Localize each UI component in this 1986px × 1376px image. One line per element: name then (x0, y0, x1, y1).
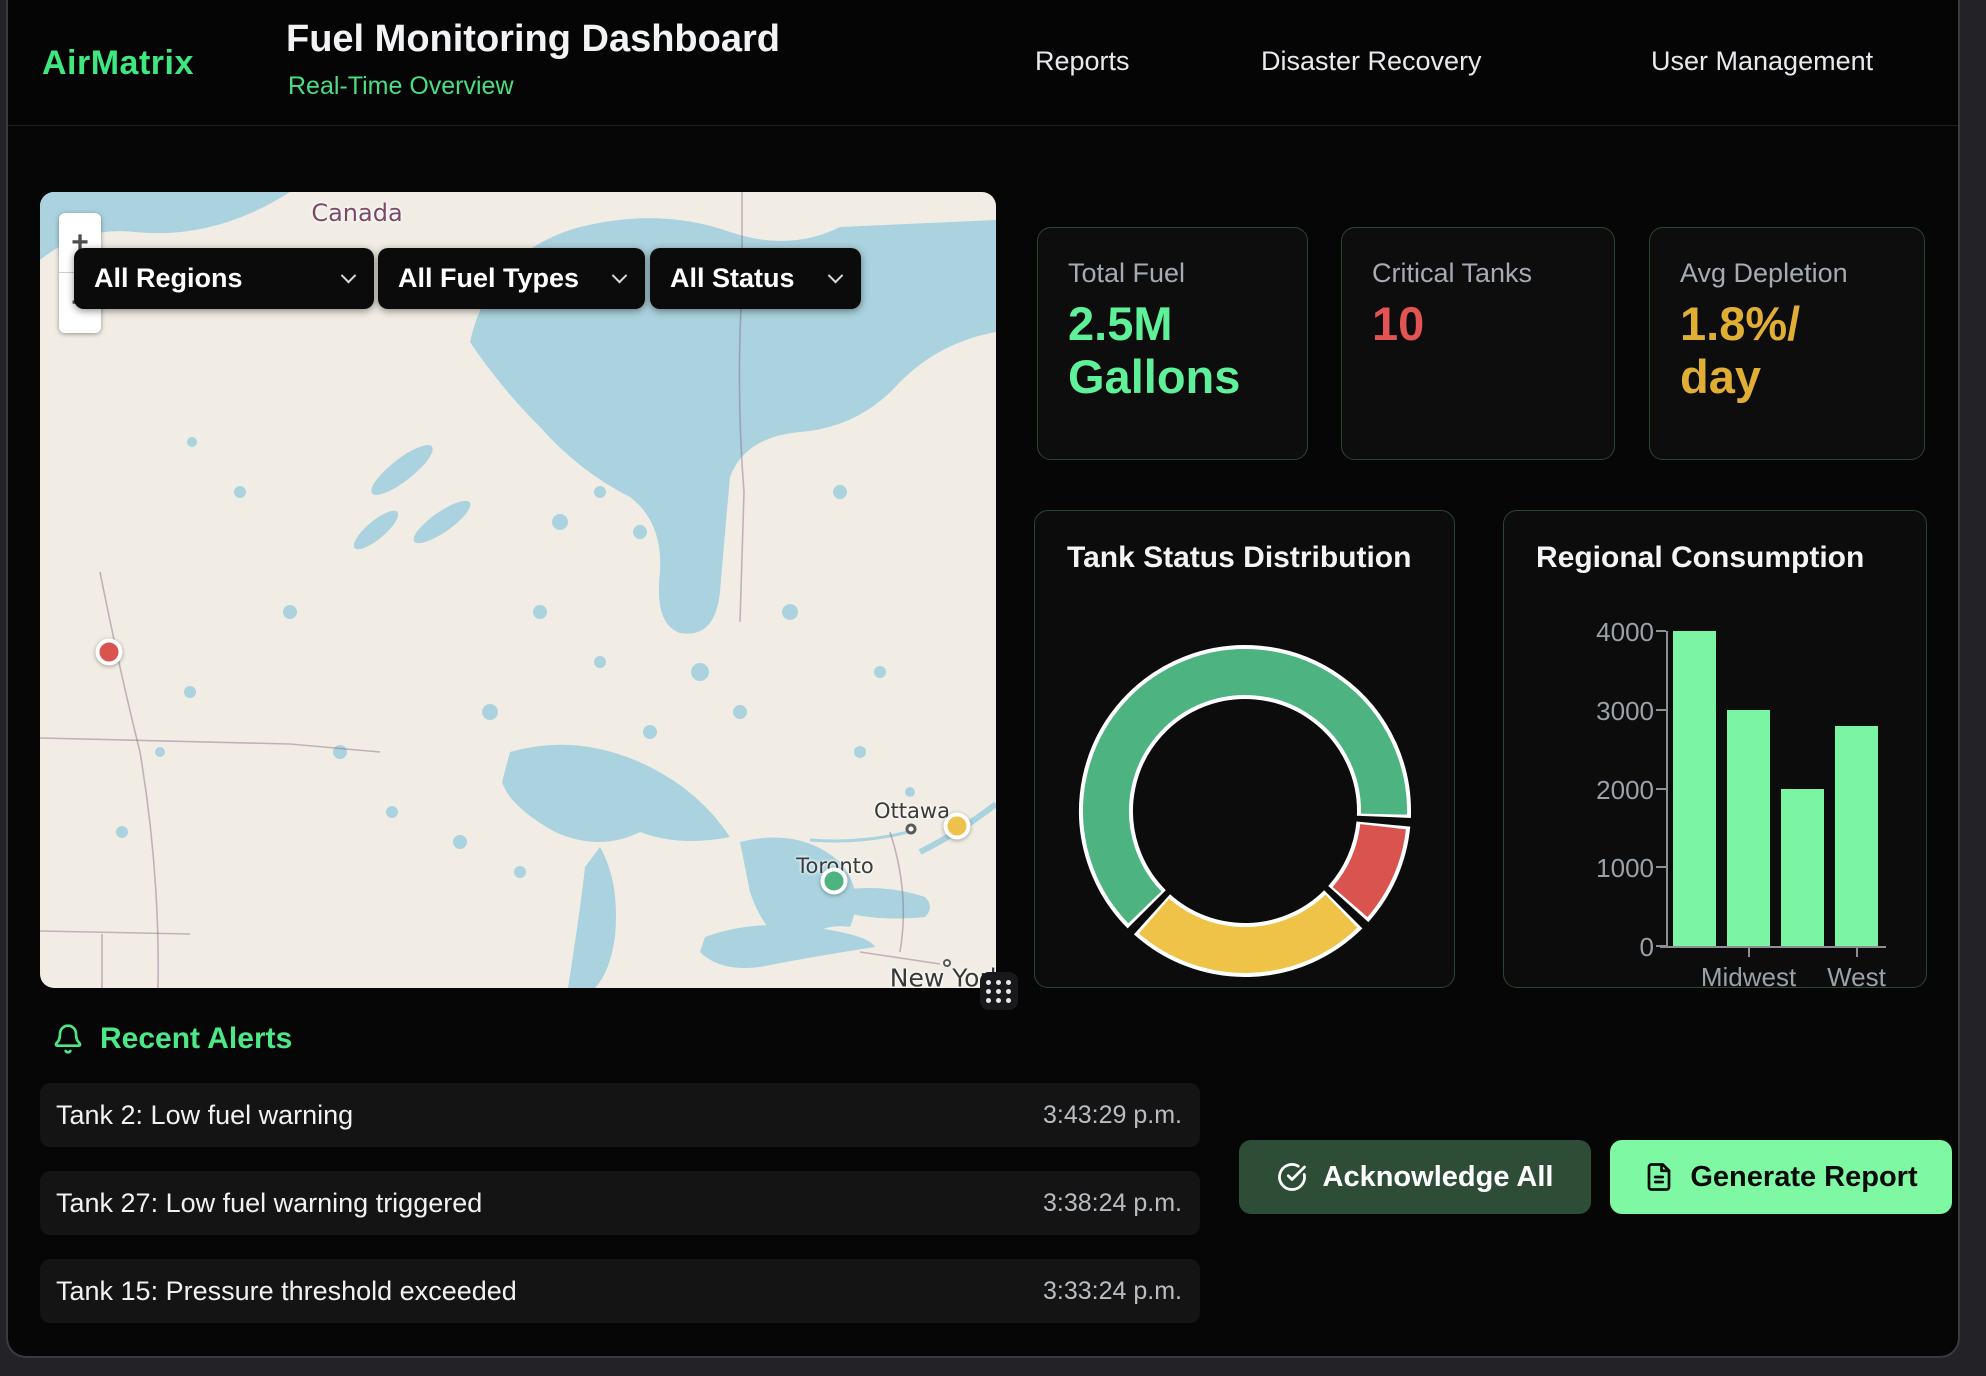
tank-marker[interactable] (96, 639, 123, 666)
stat-label: Total Fuel (1068, 258, 1185, 289)
stat-label: Avg Depletion (1680, 258, 1848, 289)
alert-message: Tank 27: Low fuel warning triggered (56, 1188, 482, 1219)
tank-marker[interactable] (821, 868, 848, 895)
y-axis-tick (1656, 630, 1666, 632)
map-grip-icon[interactable] (980, 972, 1018, 1010)
bar-1[interactable] (1727, 710, 1770, 946)
regional-consumption-bar-chart[interactable]: 01000200030004000MidwestWest (1504, 511, 1926, 987)
alert-row[interactable]: Tank 15: Pressure threshold exceeded 3:3… (40, 1259, 1200, 1323)
alert-message: Tank 2: Low fuel warning (56, 1100, 353, 1131)
y-axis-tick (1656, 709, 1666, 711)
document-icon (1644, 1162, 1674, 1192)
y-axis-tick (1656, 788, 1666, 790)
status-filter-dropdown[interactable]: All Status (650, 248, 861, 309)
alert-row[interactable]: Tank 27: Low fuel warning triggered 3:38… (40, 1171, 1200, 1235)
stat-value: 10 (1372, 298, 1424, 351)
stat-card-avg-depletion: Avg Depletion 1.8%/ day (1649, 227, 1925, 460)
regional-consumption-card: Regional Consumption 01000200030004000Mi… (1503, 510, 1927, 988)
check-circle-icon (1277, 1162, 1307, 1192)
page-title: Fuel Monitoring Dashboard (286, 18, 780, 61)
page-subtitle: Real-Time Overview (288, 72, 514, 101)
stat-label: Critical Tanks (1372, 258, 1532, 289)
alerts-title: Recent Alerts (100, 1022, 292, 1056)
town-dot (906, 824, 917, 835)
bar-0[interactable] (1673, 631, 1716, 946)
app-window: AirMatrix Fuel Monitoring Dashboard Real… (6, 0, 1960, 1358)
map-label-canada: Canada (311, 199, 402, 227)
donut-segment[interactable] (1154, 911, 1341, 950)
alert-message: Tank 15: Pressure threshold exceeded (56, 1276, 517, 1307)
stat-card-critical-tanks: Critical Tanks 10 (1341, 227, 1615, 460)
alert-timestamp: 3:33:24 p.m. (1043, 1277, 1182, 1306)
region-filter-dropdown[interactable]: All Regions (74, 248, 374, 309)
alert-timestamp: 3:38:24 p.m. (1043, 1189, 1182, 1218)
tank-status-card: Tank Status Distribution (1034, 510, 1455, 988)
screen: AirMatrix Fuel Monitoring Dashboard Real… (0, 0, 1986, 1376)
nav-reports[interactable]: Reports (1035, 46, 1130, 77)
bar-3[interactable] (1835, 726, 1878, 947)
bell-icon (52, 1022, 84, 1056)
tank-marker[interactable] (944, 813, 971, 840)
tank-status-donut-chart[interactable] (1075, 641, 1415, 981)
nav-disaster-recovery[interactable]: Disaster Recovery (1261, 46, 1482, 77)
y-axis-tick-label: 2000 (1564, 775, 1654, 806)
x-axis-tick (1856, 948, 1858, 957)
generate-report-button[interactable]: Generate Report (1610, 1140, 1952, 1214)
fuel-type-filter-value: All Fuel Types (398, 263, 579, 294)
alert-row[interactable]: Tank 2: Low fuel warning 3:43:29 p.m. (40, 1083, 1200, 1147)
chevron-down-icon (341, 268, 357, 284)
acknowledge-all-label: Acknowledge All (1323, 1161, 1554, 1194)
nav-user-management[interactable]: User Management (1651, 46, 1873, 77)
x-axis-line (1660, 946, 1886, 948)
y-axis-tick-label: 1000 (1564, 853, 1654, 884)
alerts-header: Recent Alerts (52, 1022, 292, 1056)
map-label-ottawa: Ottawa (874, 799, 950, 823)
y-axis-tick-label: 4000 (1564, 617, 1654, 648)
x-axis-tick-label: West (1787, 962, 1927, 993)
fuel-type-filter-dropdown[interactable]: All Fuel Types (378, 248, 645, 309)
stat-value: 1.8%/ day (1680, 298, 1800, 403)
map[interactable]: CanadaOttawaTorontoNew York (40, 192, 996, 988)
generate-report-label: Generate Report (1690, 1161, 1917, 1194)
alert-timestamp: 3:43:29 p.m. (1043, 1101, 1182, 1130)
acknowledge-all-button[interactable]: Acknowledge All (1239, 1140, 1591, 1214)
header: AirMatrix Fuel Monitoring Dashboard Real… (8, 0, 1958, 126)
stat-card-total-fuel: Total Fuel 2.5M Gallons (1037, 227, 1308, 460)
y-axis-line (1666, 631, 1668, 948)
region-filter-value: All Regions (94, 263, 243, 294)
y-axis-tick-label: 3000 (1564, 696, 1654, 727)
x-axis-tick (1748, 948, 1750, 957)
chart-title: Tank Status Distribution (1067, 541, 1411, 575)
status-filter-value: All Status (670, 263, 795, 294)
bar-2[interactable] (1781, 789, 1824, 947)
chevron-down-icon (828, 268, 844, 284)
brand-logo: AirMatrix (42, 44, 194, 83)
stat-value: 2.5M Gallons (1068, 298, 1240, 403)
y-axis-tick-label: 0 (1564, 932, 1654, 963)
chevron-down-icon (612, 268, 628, 284)
y-axis-tick (1656, 866, 1666, 868)
